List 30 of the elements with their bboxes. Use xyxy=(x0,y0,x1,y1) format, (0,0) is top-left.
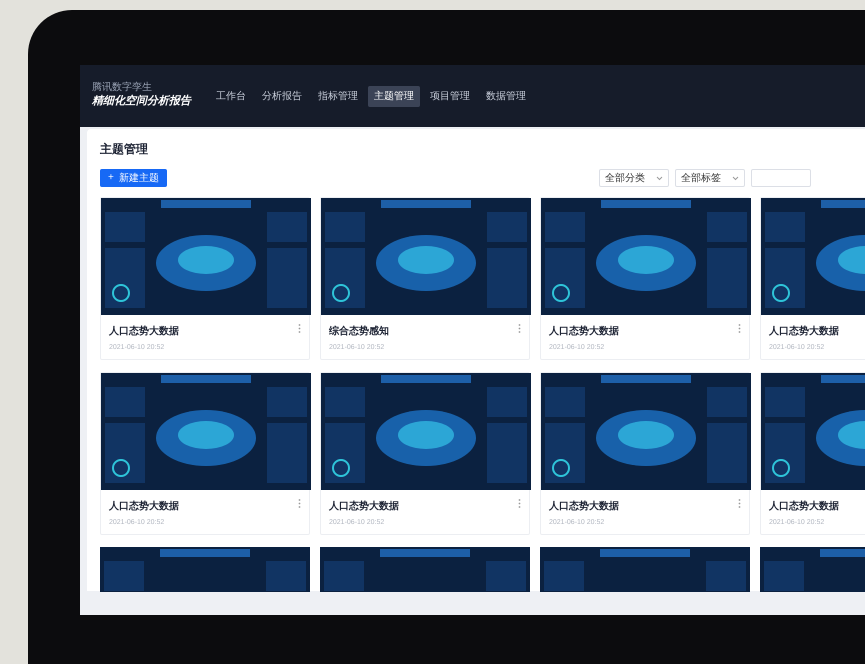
page-title: 主题管理 xyxy=(100,141,149,157)
more-icon[interactable] xyxy=(738,324,741,333)
card-title: 综合态势感知 xyxy=(329,324,389,339)
more-icon[interactable] xyxy=(518,324,521,333)
card-title: 人口态势大数据 xyxy=(329,500,399,514)
more-icon[interactable] xyxy=(738,499,741,508)
filter-dropdown[interactable]: 全部标签 xyxy=(674,169,745,187)
card-title: 人口态势大数据 xyxy=(769,324,839,339)
plus-icon: + xyxy=(108,173,114,183)
more-icon[interactable] xyxy=(518,499,521,508)
nav-tab[interactable]: 工作台 xyxy=(210,86,252,106)
chevron-down-icon xyxy=(732,176,739,180)
nav-tab[interactable]: 主题管理 xyxy=(368,86,420,106)
card-title: 人口态势大数据 xyxy=(109,324,179,339)
card-title: 人口态势大数据 xyxy=(769,500,839,514)
nav-tab[interactable]: 指标管理 xyxy=(312,86,364,106)
brand-title: 精细化空间分析报告 xyxy=(92,94,193,110)
search-field[interactable] xyxy=(750,169,811,187)
brand-subtitle: 腾讯数字孪生 xyxy=(92,82,153,94)
card-title: 人口态势大数据 xyxy=(549,324,619,339)
card-title: 人口态势大数据 xyxy=(549,500,619,514)
nav-tab[interactable]: 项目管理 xyxy=(424,86,476,106)
nav-tab[interactable]: 分析报告 xyxy=(256,86,308,106)
filter-dropdown[interactable]: 全部分类 xyxy=(598,169,669,187)
card-title: 人口态势大数据 xyxy=(109,500,179,514)
more-icon[interactable] xyxy=(298,324,301,333)
nav-tab[interactable]: 数据管理 xyxy=(480,86,532,106)
chevron-down-icon xyxy=(656,176,663,180)
new-topic-button[interactable]: + 新建主题 xyxy=(100,169,167,187)
more-icon[interactable] xyxy=(298,499,301,508)
